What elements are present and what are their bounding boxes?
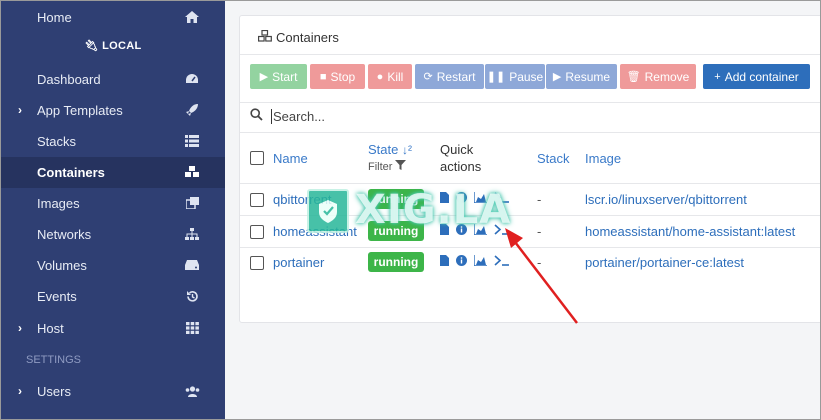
th-icon: [184, 321, 200, 335]
sort-icon: ↓²: [401, 143, 412, 157]
sidebar-item-label: Containers: [37, 165, 105, 180]
trash-icon: 🗑︎: [626, 71, 641, 83]
sidebar-item-label: Dashboard: [37, 72, 101, 87]
sidebar-item-events[interactable]: Events: [1, 281, 225, 312]
divider: [240, 102, 820, 103]
tachometer-icon: [184, 72, 200, 86]
sidebar-item-images[interactable]: Images: [1, 188, 225, 219]
sidebar-item-dashboard[interactable]: Dashboard: [1, 64, 225, 95]
sidebar-item-label: Host: [37, 321, 64, 336]
column-header-state[interactable]: State ↓²: [368, 142, 412, 157]
stack-value: -: [537, 192, 542, 207]
sidebar-item-label: Networks: [37, 227, 92, 242]
watermark: XIG.LA: [307, 187, 510, 239]
hdd-icon: [184, 258, 200, 272]
play-icon: ▶: [259, 71, 269, 83]
refresh-icon: ⟳: [423, 71, 433, 83]
search-bar[interactable]: Search...: [250, 108, 325, 124]
area-chart-icon[interactable]: [474, 255, 487, 266]
row-checkbox[interactable]: [250, 256, 264, 270]
column-header-image[interactable]: Image: [585, 151, 621, 166]
column-header-stack[interactable]: Stack: [537, 151, 570, 166]
rocket-icon: [184, 103, 200, 117]
add-container-button[interactable]: + Add container: [703, 64, 810, 89]
column-header-quick-actions-line2: actions: [440, 159, 482, 174]
sidebar: Home 🔌︎ LOCAL Dashboard › App Templates …: [1, 1, 225, 419]
sidebar-item-home[interactable]: Home: [1, 2, 225, 33]
chevron-right-icon: ›: [18, 103, 22, 117]
stop-icon: ■: [319, 70, 327, 83]
plus-icon: +: [714, 70, 721, 83]
cubes-icon: [184, 165, 200, 179]
list-icon: [184, 134, 200, 148]
bomb-icon: ●: [376, 70, 384, 83]
sidebar-item-host[interactable]: › Host: [1, 313, 225, 344]
remove-button[interactable]: 🗑︎ Remove: [620, 64, 696, 89]
app-window: Home 🔌︎ LOCAL Dashboard › App Templates …: [0, 0, 821, 420]
search-icon: [250, 108, 263, 124]
filter-icon: [395, 160, 407, 173]
sitemap-icon: [184, 227, 200, 241]
sidebar-item-label: Stacks: [37, 134, 77, 149]
column-header-name[interactable]: Name: [273, 151, 308, 166]
info-icon[interactable]: [456, 255, 467, 266]
pause-button[interactable]: ❚❚ Pause: [485, 64, 545, 89]
annotation-arrow: [505, 228, 578, 324]
sidebar-item-networks[interactable]: Networks: [1, 219, 225, 250]
clone-icon: [184, 196, 200, 210]
endpoint-label: 🔌︎ LOCAL: [84, 40, 142, 52]
resume-button[interactable]: ▶ Resume: [546, 64, 617, 89]
sidebar-item-containers[interactable]: Containers: [1, 157, 225, 188]
file-icon[interactable]: [440, 255, 449, 266]
cubes-icon: [258, 29, 272, 45]
sidebar-item-label: Volumes: [37, 258, 87, 273]
sidebar-item-stacks[interactable]: Stacks: [1, 126, 225, 157]
panel-title: Containers: [258, 29, 339, 45]
chevron-right-icon: ›: [18, 321, 22, 335]
sidebar-item-label: Home: [37, 10, 72, 25]
history-icon: [184, 289, 200, 303]
row-checkbox[interactable]: [250, 193, 264, 207]
status-badge: running: [368, 252, 424, 272]
sidebar-item-volumes[interactable]: Volumes: [1, 250, 225, 281]
sidebar-item-label: App Templates: [37, 103, 123, 118]
restart-button[interactable]: ⟳ Restart: [415, 64, 484, 89]
stop-button[interactable]: ■ Stop: [310, 64, 365, 89]
text-cursor: [271, 108, 272, 124]
start-button[interactable]: ▶ Start: [250, 64, 307, 89]
image-link[interactable]: portainer/portainer-ce:latest: [585, 255, 744, 270]
watermark-logo: [307, 189, 349, 233]
sidebar-item-label: Images: [37, 196, 80, 211]
container-name-link[interactable]: portainer: [273, 255, 324, 270]
home-icon: [184, 10, 200, 24]
column-header-quick-actions-line1: Quick: [440, 142, 474, 157]
image-link[interactable]: homeassistant/home-assistant:latest: [585, 224, 795, 239]
kill-button[interactable]: ● Kill: [368, 64, 412, 89]
sidebar-item-users[interactable]: › Users: [1, 376, 225, 407]
chevron-right-icon: ›: [18, 384, 22, 398]
divider: [240, 54, 820, 55]
sidebar-item-label: Users: [37, 384, 71, 399]
state-filter[interactable]: Filter: [368, 160, 407, 173]
users-icon: [184, 384, 200, 398]
sidebar-item-label: Events: [37, 289, 77, 304]
select-all-checkbox[interactable]: [250, 151, 264, 165]
sidebar-item-app-templates[interactable]: › App Templates: [1, 95, 225, 126]
pause-icon: ❚❚: [486, 71, 506, 83]
plug-icon: 🔌︎: [84, 40, 99, 52]
search-input[interactable]: Search...: [273, 109, 325, 124]
divider: [240, 132, 820, 133]
row-checkbox[interactable]: [250, 225, 264, 239]
play-icon: ▶: [552, 71, 562, 83]
watermark-text: XIG.LA: [355, 187, 512, 233]
settings-section-header: SETTINGS: [26, 354, 82, 366]
image-link[interactable]: lscr.io/linuxserver/qbittorrent: [585, 192, 747, 207]
